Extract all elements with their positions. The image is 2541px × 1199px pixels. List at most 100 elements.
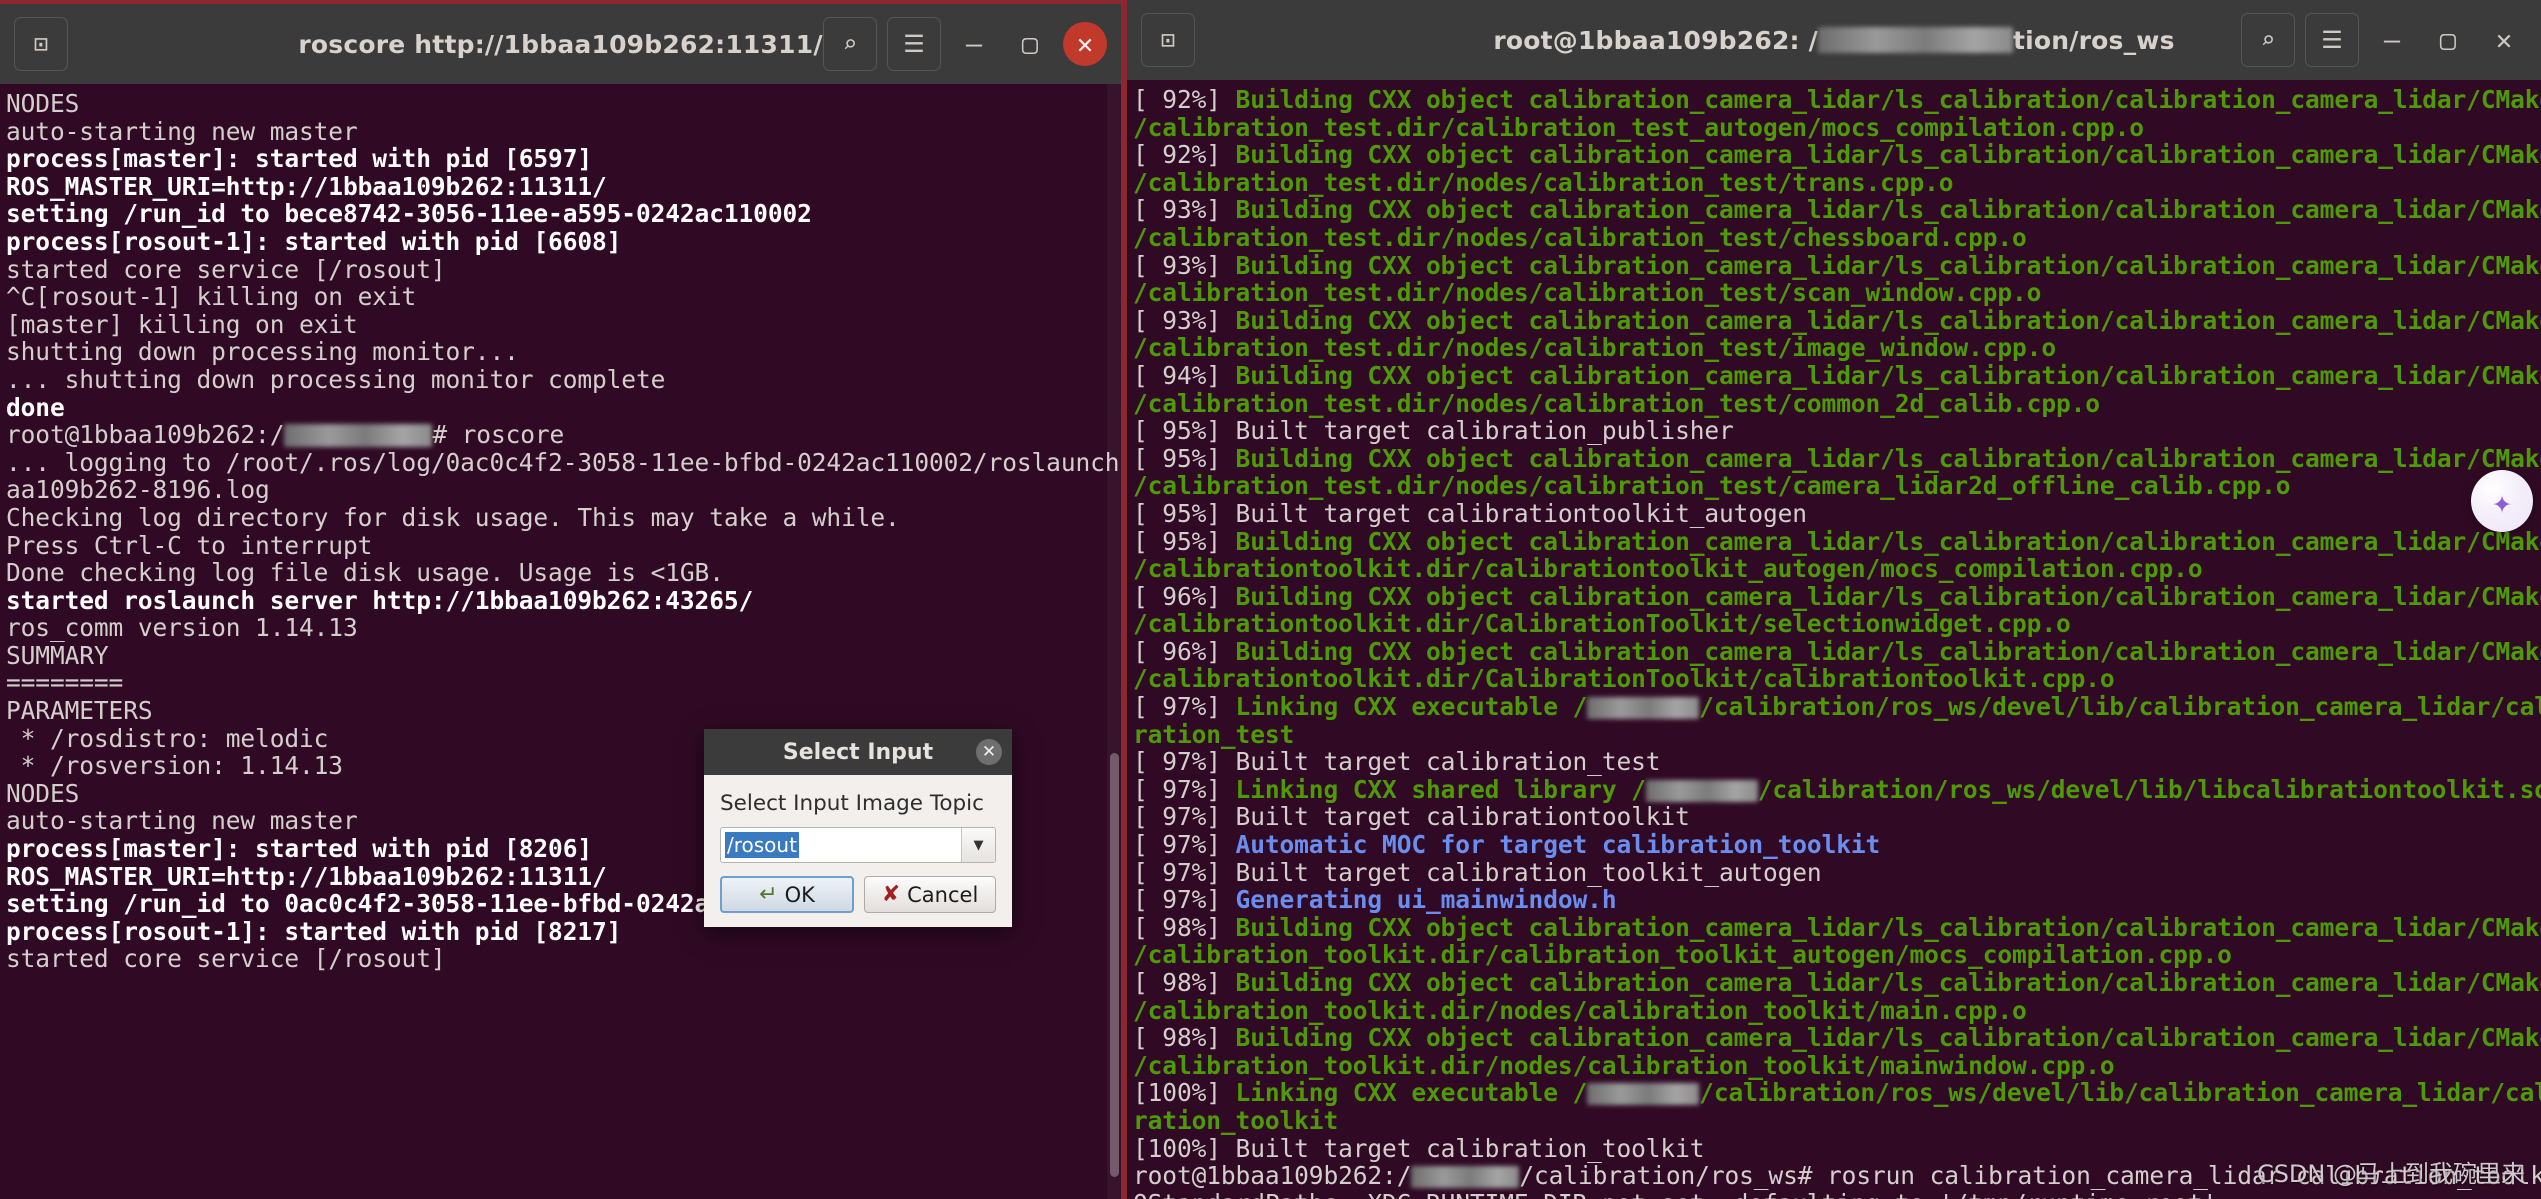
terminal-text: NODES bbox=[6, 778, 80, 808]
build-percent: [ 97%] bbox=[1133, 802, 1221, 832]
close-icon[interactable]: ✕ bbox=[2481, 17, 2527, 63]
terminal-text: ros_comm version 1.14.13 bbox=[6, 613, 358, 643]
minimize-icon[interactable]: – bbox=[2369, 17, 2415, 63]
terminal-text: Building CXX object calibration_camera_l… bbox=[1220, 85, 2541, 114]
image-topic-combobox[interactable]: /rosout ▼ bbox=[720, 827, 996, 863]
terminal-text: Building CXX object calibration_camera_l… bbox=[1220, 195, 2541, 225]
hamburger-menu-icon[interactable]: ☰ bbox=[2305, 13, 2359, 67]
terminal-text: /calibrationtoolkit.dir/calibrationtoolk… bbox=[1133, 554, 2203, 584]
right-terminal-output[interactable]: [ 92%] Building CXX object calibration_c… bbox=[1127, 80, 2541, 1199]
redacted-path bbox=[1411, 1166, 1520, 1189]
terminal-line: [ 97%] Built target calibration_test bbox=[1133, 748, 2541, 776]
terminal-text: Building CXX object calibration_camera_l… bbox=[1220, 305, 2541, 335]
terminal-line: ros_comm version 1.14.13 bbox=[6, 614, 1121, 642]
shell-prompt: root@1bbaa109b262:/ bbox=[1133, 1161, 1412, 1191]
select-input-dialog[interactable]: Select Input ✕ Select Input Image Topic … bbox=[704, 729, 1012, 927]
watermark-label: CSDN @马上到我碗里来 bbox=[2256, 1160, 2525, 1188]
build-percent: [ 93%] bbox=[1133, 195, 1221, 225]
chevron-down-icon[interactable]: ▼ bbox=[961, 828, 995, 862]
desktop-root: ⊡ roscore http://1bbaa109b262:11311/ ⌕ ☰… bbox=[0, 0, 2541, 1199]
terminal-text: Automatic MOC for target calibration_too… bbox=[1220, 830, 1881, 860]
dialog-titlebar[interactable]: Select Input ✕ bbox=[704, 729, 1012, 775]
terminal-line: [ 95%] Building CXX object calibration_c… bbox=[1133, 444, 2541, 473]
terminal-line: PARAMETERS bbox=[6, 697, 1121, 725]
terminal-line: process[rosout-1]: started with pid [660… bbox=[6, 228, 1121, 256]
terminal-line: root@1bbaa109b262:/ # roscore bbox=[6, 421, 1121, 449]
terminal-text: ... logging to /root/.ros/log/0ac0c4f2-3… bbox=[6, 447, 1121, 477]
terminal-text: Built target calibrationtoolkit bbox=[1220, 802, 1690, 832]
close-icon[interactable]: ✕ bbox=[1063, 22, 1107, 66]
terminal-line: started core service [/rosout] bbox=[6, 945, 1121, 973]
terminal-text: [master] killing on exit bbox=[6, 309, 358, 339]
build-percent: [ 98%] bbox=[1133, 968, 1221, 997]
terminal-text: /calibration_test.dir/nodes/calibration_… bbox=[1133, 222, 2027, 252]
left-terminal-output[interactable]: NODES auto-starting new master process[mas… bbox=[0, 84, 1121, 1199]
x-mark-icon: ✘ bbox=[881, 882, 901, 907]
terminal-line: /calibration_test.dir/nodes/calibration_… bbox=[1133, 279, 2541, 307]
left-scrollbar[interactable] bbox=[1107, 84, 1121, 1199]
redacted-path bbox=[1587, 697, 1700, 720]
terminal-text: /calibration_toolkit.dir/nodes/calibrati… bbox=[1133, 995, 2027, 1025]
terminal-text: Built target calibration_toolkit bbox=[1220, 1133, 1705, 1163]
ok-button[interactable]: ↵ OK bbox=[720, 876, 854, 913]
terminal-text: /calibration/ros_ws/devel/lib/calibratio… bbox=[1699, 1078, 2541, 1108]
terminal-line: Done checking log file disk usage. Usage… bbox=[6, 559, 1121, 587]
close-icon[interactable]: ✕ bbox=[976, 739, 1002, 765]
redacted-path bbox=[1645, 779, 1758, 802]
maximize-icon[interactable]: ▢ bbox=[2425, 17, 2471, 63]
dialog-buttons: ↵ OK ✘ Cancel bbox=[720, 876, 996, 913]
terminal-text: * /rosversion: 1.14.13 bbox=[6, 751, 343, 781]
terminal-line: /calibrationtoolkit.dir/calibrationtoolk… bbox=[1133, 555, 2541, 583]
terminal-line: /calibration_toolkit.dir/calibration_too… bbox=[1133, 941, 2541, 969]
terminal-text: PARAMETERS bbox=[6, 696, 153, 726]
search-icon[interactable]: ⌕ bbox=[823, 17, 877, 71]
build-percent: [ 98%] bbox=[1133, 1023, 1221, 1053]
terminal-text: started roslaunch server http://1bbaa109… bbox=[6, 585, 754, 615]
terminal-text: QStandardPaths: XDG_RUNTIME_DIR not set,… bbox=[1133, 1189, 2217, 1199]
terminal-line: [ 93%] Building CXX object calibration_c… bbox=[1133, 196, 2541, 224]
shell-command: # roscore bbox=[432, 420, 565, 450]
terminal-text: Building CXX object calibration_camera_l… bbox=[1220, 968, 2541, 997]
build-percent: [ 97%] bbox=[1133, 830, 1221, 860]
build-percent: [ 93%] bbox=[1133, 250, 1221, 280]
build-percent: [ 97%] bbox=[1133, 885, 1221, 915]
terminal-line: started roslaunch server http://1bbaa109… bbox=[6, 585, 1121, 615]
terminal-line: NODES bbox=[6, 90, 1121, 118]
terminal-line: auto-starting new master bbox=[6, 117, 1121, 146]
terminal-text: /calibration_toolkit.dir/nodes/calibrati… bbox=[1133, 1050, 2115, 1080]
combobox-value[interactable]: /rosout bbox=[721, 828, 961, 862]
left-titlebar[interactable]: ⊡ roscore http://1bbaa109b262:11311/ ⌕ ☰… bbox=[0, 4, 1121, 84]
terminal-line: aa109b262-8196.log bbox=[6, 476, 1121, 504]
new-tab-icon[interactable]: ⊡ bbox=[14, 17, 68, 71]
left-window-controls: ⌕ ☰ – ▢ ✕ bbox=[823, 17, 1107, 71]
search-icon[interactable]: ⌕ bbox=[2241, 13, 2295, 67]
right-titlebar[interactable]: ⊡ root@1bbaa109b262: / tion/ros_ws ⌕ ☰ – … bbox=[1127, 0, 2541, 80]
terminal-line: /calibration_test.dir/nodes/calibration_… bbox=[1133, 334, 2541, 362]
redacted-path bbox=[1817, 26, 2013, 53]
terminal-text: Built target calibration_publisher bbox=[1220, 416, 1734, 446]
terminal-line: ROS_MASTER_URI=http://1bbaa109b262:11311… bbox=[6, 172, 1121, 201]
cancel-button[interactable]: ✘ Cancel bbox=[864, 876, 996, 913]
terminal-text: ROS_MASTER_URI=http://1bbaa109b262:11311… bbox=[6, 861, 607, 891]
terminal-text: Press Ctrl-C to interrupt bbox=[6, 530, 373, 560]
left-scrollbar-thumb[interactable] bbox=[1110, 753, 1119, 1177]
terminal-line: [ 97%] Linking CXX executable / /calibrat… bbox=[1133, 693, 2541, 721]
cancel-button-label: Cancel bbox=[907, 882, 979, 907]
terminal-line: [ 98%] Building CXX object calibration_c… bbox=[1133, 914, 2541, 942]
minimize-icon[interactable]: – bbox=[951, 21, 997, 67]
roscore-terminal-window: ⊡ roscore http://1bbaa109b262:11311/ ⌕ ☰… bbox=[0, 4, 1127, 1199]
terminal-text: /calibration_test.dir/nodes/calibration_… bbox=[1133, 167, 1954, 197]
dialog-title: Select Input bbox=[782, 739, 934, 765]
new-tab-icon[interactable]: ⊡ bbox=[1141, 13, 1195, 67]
hamburger-menu-icon[interactable]: ☰ bbox=[887, 17, 941, 71]
build-percent: [ 97%] bbox=[1133, 692, 1221, 722]
build-percent: [ 92%] bbox=[1133, 85, 1221, 114]
build-percent: [ 97%] bbox=[1133, 774, 1221, 804]
terminal-text: setting /run_id to 0ac0c4f2-3058-11ee-bf… bbox=[6, 889, 812, 919]
terminal-line: ... shutting down processing monitor com… bbox=[6, 366, 1121, 394]
right-title-prefix: root@1bbaa109b262: / bbox=[1493, 25, 1818, 55]
maximize-icon[interactable]: ▢ bbox=[1007, 21, 1053, 67]
terminal-text: Built target calibrationtoolkit_autogen bbox=[1220, 498, 1807, 528]
terminal-line: ration_test bbox=[1133, 720, 2541, 749]
sparkle-icon[interactable]: ✦ bbox=[2471, 470, 2533, 532]
